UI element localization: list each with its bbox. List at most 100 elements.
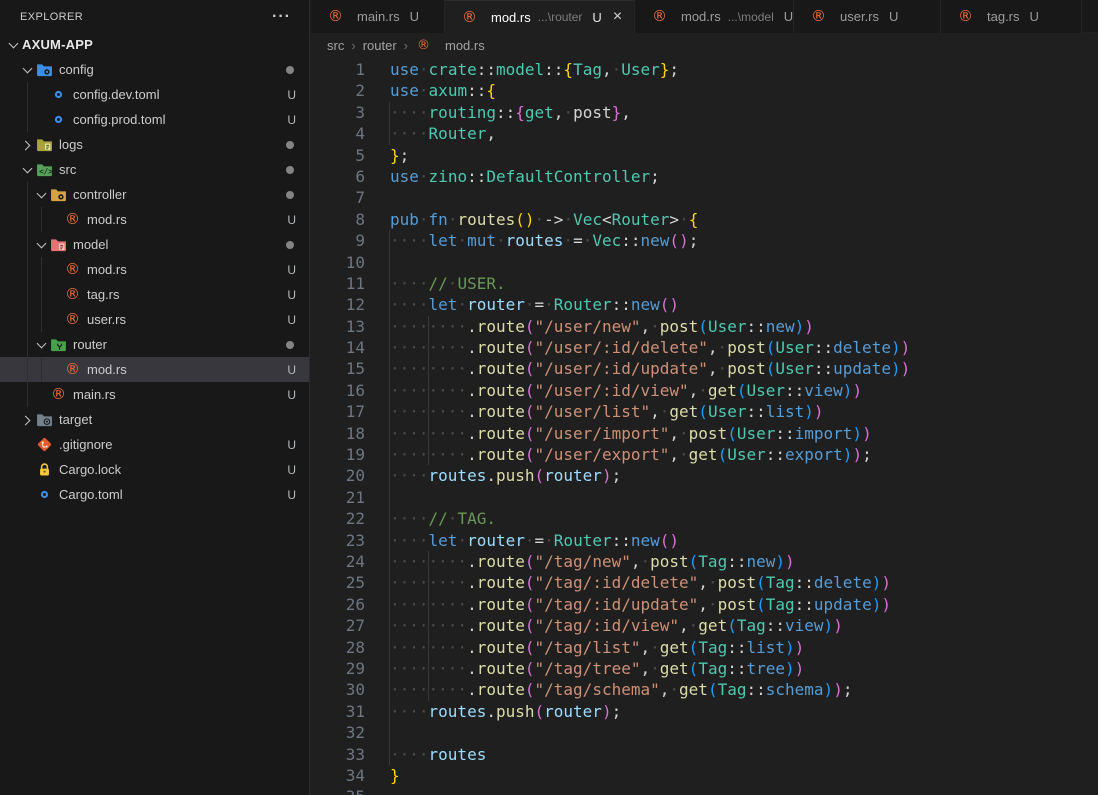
tab-mod-rs-router[interactable]: ®mod.rs...\routerU× bbox=[445, 0, 635, 33]
explorer-header: EXPLORER ··· bbox=[0, 0, 309, 32]
tree-item-logs[interactable]: logs bbox=[0, 132, 309, 157]
code-text: ····routes.push(router); bbox=[390, 465, 621, 486]
code-line-9: 9····let·mut·routes·=·Vec::new(); bbox=[311, 230, 1098, 251]
code-line-2: 2use·axum::{ bbox=[311, 80, 1098, 101]
explorer-sidebar: EXPLORER ··· AXUM-APP configconfig.dev.to… bbox=[0, 0, 310, 795]
tree-item-mod-rs[interactable]: ®mod.rsU bbox=[0, 207, 309, 232]
code-line-12: 12····let·router·=·Router::new() bbox=[311, 294, 1098, 315]
tree-item-tag-rs[interactable]: ®tag.rsU bbox=[0, 282, 309, 307]
rust-file-icon: ® bbox=[957, 8, 974, 25]
item-label: logs bbox=[59, 137, 83, 152]
code-text: } bbox=[390, 765, 400, 786]
folder-src-icon: </> bbox=[36, 161, 53, 178]
tab-user-rs[interactable]: ®user.rsU bbox=[794, 0, 941, 33]
line-number: 18 bbox=[311, 423, 365, 444]
item-label: src bbox=[59, 162, 76, 177]
tab-git-badge: U bbox=[784, 9, 793, 24]
tree-item-config[interactable]: config bbox=[0, 57, 309, 82]
breadcrumb-item-file[interactable]: mod.rs bbox=[445, 38, 485, 53]
code-line-8: 8 pub·fn·routes()·->·Vec<Router>·{ bbox=[311, 209, 1098, 230]
tree-item-main-rs[interactable]: ®main.rsU bbox=[0, 382, 309, 407]
indent-guide bbox=[389, 487, 390, 508]
tab-label: tag.rs bbox=[987, 9, 1020, 24]
tab-bar: ® main.rs U ®mod.rs...\routerU×®mod.rs...\m… bbox=[311, 0, 1098, 33]
breadcrumb-item-src[interactable]: src bbox=[327, 38, 344, 53]
tab-label: main.rs bbox=[357, 9, 400, 24]
tree-item-cargo-lock[interactable]: Cargo.lockU bbox=[0, 457, 309, 482]
close-icon[interactable]: × bbox=[613, 10, 622, 24]
chevron-down-icon bbox=[20, 62, 36, 78]
tree-item-cargo-toml[interactable]: Cargo.tomlU bbox=[0, 482, 309, 507]
tree-indent-guide bbox=[41, 257, 42, 282]
tree-item-src[interactable]: </> src bbox=[0, 157, 309, 182]
tab-mod-rs-model[interactable]: ®mod.rs...\modelU bbox=[635, 0, 794, 33]
tree-indent-guide bbox=[27, 182, 28, 207]
git-untracked-badge: U bbox=[287, 363, 296, 377]
code-line-11: 11····//·USER. bbox=[311, 273, 1098, 294]
rust-file-icon: ® bbox=[461, 9, 478, 26]
git-file-icon bbox=[36, 436, 53, 453]
item-label: config.prod.toml bbox=[73, 112, 166, 127]
line-number: 23 bbox=[311, 530, 365, 551]
code-text: pub·fn·routes()·->·Vec<Router>·{ bbox=[390, 209, 698, 230]
line-number: 14 bbox=[311, 337, 365, 358]
tree-item-mod-rs[interactable]: ®mod.rsU bbox=[0, 357, 309, 382]
code-line-35: 35 bbox=[311, 786, 1098, 795]
tree-root-axum-app[interactable]: AXUM-APP bbox=[0, 32, 309, 57]
tab-git-badge: U bbox=[410, 9, 419, 24]
code-line-27: 27········.route("/tag/:id/view",·get(Ta… bbox=[311, 615, 1098, 636]
line-number: 8 bbox=[311, 209, 365, 230]
code-text: ········.route("/tag/new",·post(Tag::new… bbox=[390, 551, 795, 572]
folder-router-icon bbox=[50, 336, 67, 353]
tree-item--gitignore[interactable]: .gitignoreU bbox=[0, 432, 309, 457]
root-folder-label: AXUM-APP bbox=[22, 37, 93, 52]
code-line-33: 33····routes bbox=[311, 744, 1098, 765]
line-number: 12 bbox=[311, 294, 365, 315]
code-line-3: 3····routing::{get,·post}, bbox=[311, 102, 1098, 123]
tree-item-target[interactable]: target bbox=[0, 407, 309, 432]
tree-item-config-prod-toml[interactable]: config.prod.tomlU bbox=[0, 107, 309, 132]
code-text: ········.route("/user/import",·post(User… bbox=[390, 423, 872, 444]
chevron-down-icon bbox=[6, 37, 22, 53]
chevron-down-icon bbox=[34, 237, 50, 253]
rust-file-icon: ® bbox=[651, 8, 668, 25]
breadcrumb-item-router[interactable]: router bbox=[363, 38, 397, 53]
git-untracked-badge: U bbox=[287, 288, 296, 302]
item-label: Cargo.toml bbox=[59, 487, 123, 502]
tree-item-user-rs[interactable]: ®user.rsU bbox=[0, 307, 309, 332]
more-actions-icon[interactable]: ··· bbox=[272, 12, 291, 22]
line-number: 27 bbox=[311, 615, 365, 636]
code-editor[interactable]: 1use·crate::model::{Tag,·User};2use·axum… bbox=[311, 58, 1098, 795]
breadcrumb: src›router›®mod.rs bbox=[311, 33, 1098, 58]
breadcrumb-separator: › bbox=[404, 38, 408, 53]
rust-file-icon: ® bbox=[327, 8, 344, 25]
tree-indent-guide bbox=[41, 307, 42, 332]
item-label: model bbox=[73, 237, 108, 252]
code-text: ········.route("/user/:id/update",·post(… bbox=[390, 358, 910, 379]
line-number: 9 bbox=[311, 230, 365, 251]
code-line-10: 10 bbox=[311, 252, 1098, 273]
tree-item-model[interactable]: model bbox=[0, 232, 309, 257]
tree-item-mod-rs[interactable]: ®mod.rsU bbox=[0, 257, 309, 282]
item-label: mod.rs bbox=[87, 212, 127, 227]
tree-indent-guide bbox=[27, 207, 28, 232]
line-number: 16 bbox=[311, 380, 365, 401]
tab-main-rs[interactable]: ® main.rs U bbox=[311, 0, 445, 33]
modified-children-dot bbox=[286, 341, 294, 349]
tree-item-controller[interactable]: controller bbox=[0, 182, 309, 207]
item-label: tag.rs bbox=[87, 287, 120, 302]
modified-children-dot bbox=[286, 241, 294, 249]
tree-item-router[interactable]: router bbox=[0, 332, 309, 357]
code-line-16: 16········.route("/user/:id/view",·get(U… bbox=[311, 380, 1098, 401]
tab-tag-rs[interactable]: ®tag.rsU bbox=[941, 0, 1082, 33]
tree-item-config-dev-toml[interactable]: config.dev.tomlU bbox=[0, 82, 309, 107]
code-line-14: 14········.route("/user/:id/delete",·pos… bbox=[311, 337, 1098, 358]
code-text: ········.route("/tag/:id/delete",·post(T… bbox=[390, 572, 891, 593]
line-number: 33 bbox=[311, 744, 365, 765]
rust-file-icon: ® bbox=[64, 211, 81, 228]
folder-model-icon bbox=[50, 236, 67, 253]
code-line-30: 30········.route("/tag/schema",·get(Tag:… bbox=[311, 679, 1098, 700]
tree-indent-guide bbox=[27, 257, 28, 282]
folder-target-icon bbox=[36, 411, 53, 428]
code-text: ········.route("/user/export",·get(User:… bbox=[390, 444, 872, 465]
